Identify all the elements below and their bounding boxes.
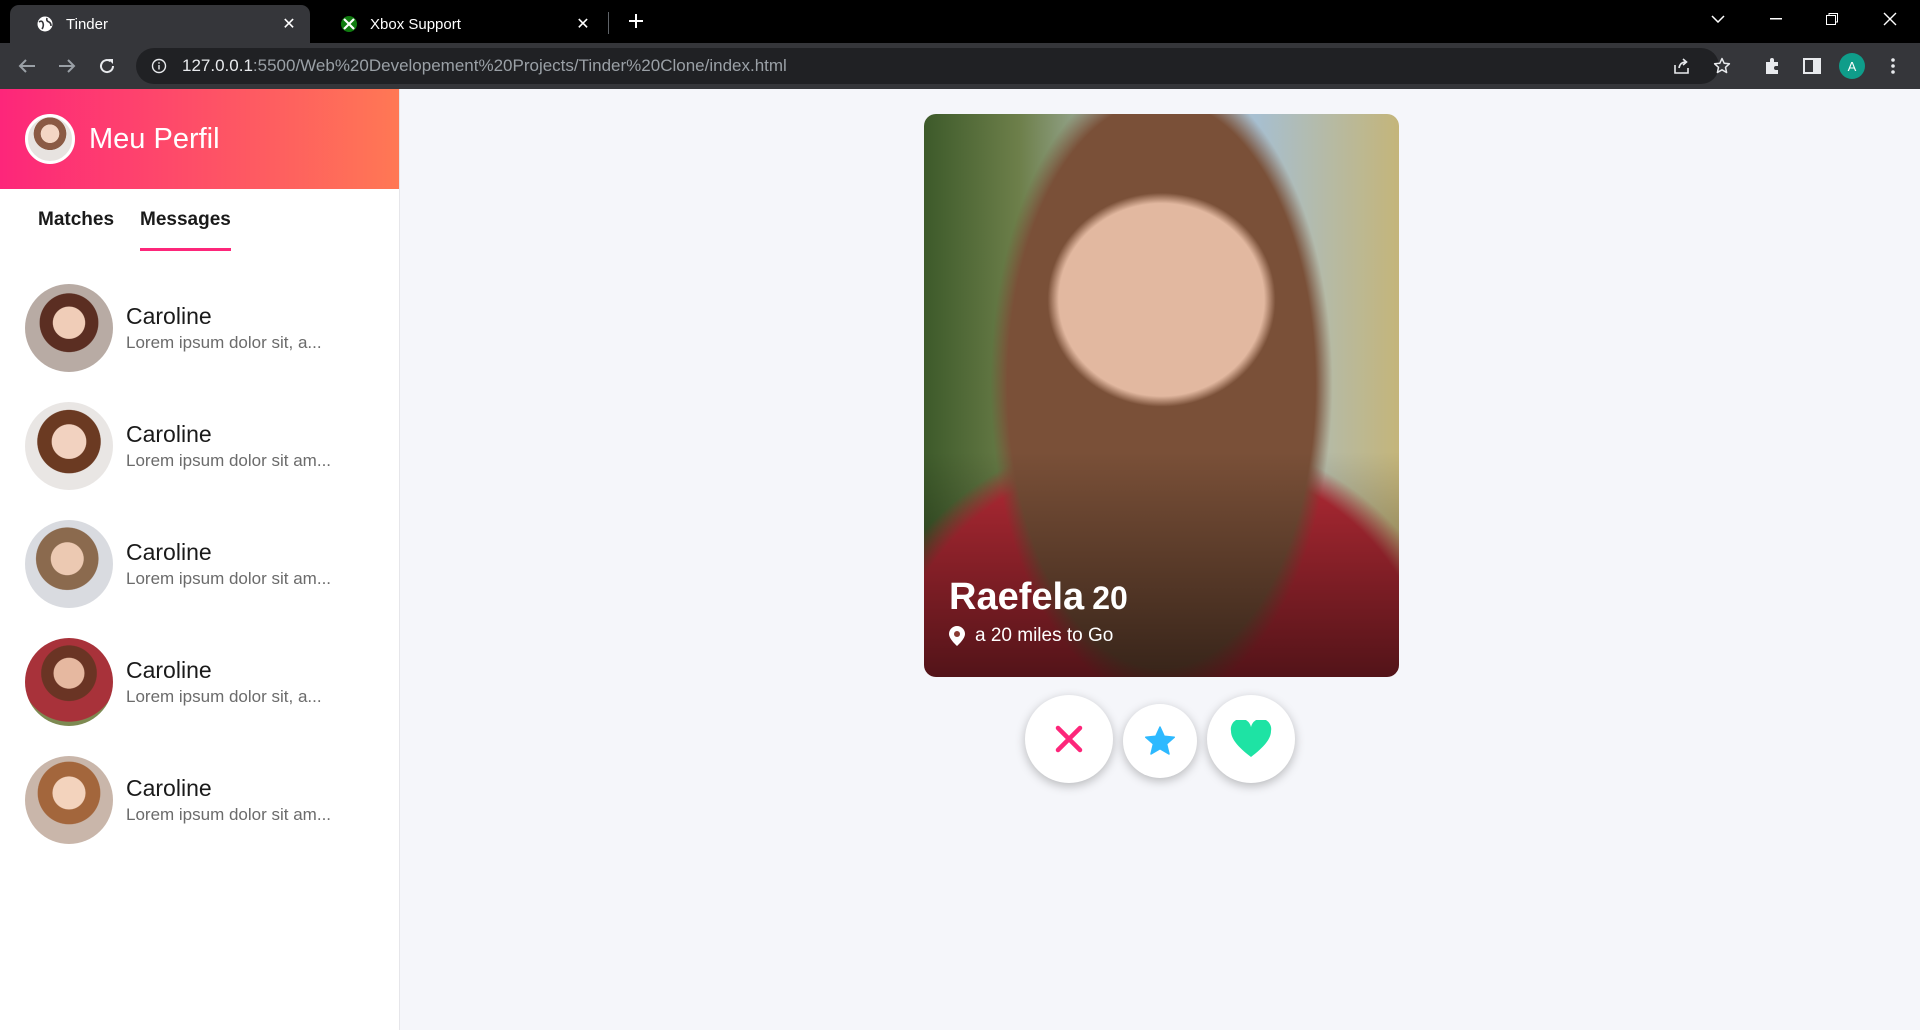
close-tab-icon[interactable]: ✕ bbox=[574, 15, 592, 33]
card-age: 20 bbox=[1092, 580, 1128, 616]
contact-avatar bbox=[25, 402, 113, 490]
back-button[interactable] bbox=[13, 52, 41, 80]
tab-divider bbox=[608, 12, 609, 34]
tab-xbox-support[interactable]: Xbox Support ✕ bbox=[314, 5, 604, 43]
message-item[interactable]: Caroline Lorem ipsum dolor sit, a... bbox=[0, 623, 399, 741]
contact-name: Caroline bbox=[126, 539, 212, 565]
super-like-button[interactable] bbox=[1123, 704, 1197, 778]
tab-search-icon[interactable] bbox=[1690, 0, 1746, 38]
profile-title: Meu Perfil bbox=[89, 122, 220, 155]
restore-button[interactable] bbox=[1804, 0, 1860, 38]
my-profile-avatar[interactable] bbox=[25, 114, 75, 164]
forward-button[interactable] bbox=[53, 52, 81, 80]
card-name: Raefela bbox=[949, 576, 1085, 618]
site-info-icon[interactable] bbox=[150, 57, 168, 75]
close-window-button[interactable] bbox=[1862, 0, 1918, 38]
tab-matches[interactable]: Matches bbox=[38, 209, 114, 251]
browser-tab-bar: Tinder ✕ Xbox Support ✕ bbox=[0, 0, 1920, 43]
browser-toolbar: 127.0.0.1:5500/Web%20Developement%20Proj… bbox=[0, 43, 1920, 89]
bookmark-star-icon[interactable] bbox=[1708, 52, 1736, 80]
xbox-icon bbox=[340, 15, 358, 33]
profile-card[interactable]: Raefela 20 a 20 miles to Go bbox=[924, 114, 1399, 677]
tab-title: Xbox Support bbox=[370, 15, 461, 33]
tab-messages[interactable]: Messages bbox=[140, 209, 231, 251]
share-icon[interactable] bbox=[1668, 52, 1696, 80]
tab-tinder[interactable]: Tinder ✕ bbox=[10, 5, 310, 43]
card-info: Raefela 20 a 20 miles to Go bbox=[949, 576, 1128, 647]
profile-avatar[interactable]: A bbox=[1839, 53, 1865, 79]
message-preview: Lorem ipsum dolor sit am... bbox=[126, 451, 332, 470]
minimize-button[interactable] bbox=[1748, 0, 1804, 38]
tab-title: Tinder bbox=[66, 15, 108, 33]
location-pin-icon bbox=[949, 626, 965, 646]
url-text: 127.0.0.1:5500/Web%20Developement%20Proj… bbox=[182, 56, 787, 75]
message-list: Caroline Lorem ipsum dolor sit, a... Car… bbox=[0, 251, 399, 859]
message-preview: Lorem ipsum dolor sit am... bbox=[126, 569, 332, 588]
extensions-icon[interactable] bbox=[1758, 52, 1786, 80]
main-area: Raefela 20 a 20 miles to Go bbox=[401, 89, 1920, 1030]
sidebar: Meu Perfil Matches Messages Caroline Lor… bbox=[0, 89, 400, 1030]
globe-icon bbox=[36, 15, 54, 33]
card-location: a 20 miles to Go bbox=[949, 625, 1128, 647]
message-item[interactable]: Caroline Lorem ipsum dolor sit am... bbox=[0, 741, 399, 859]
new-tab-button[interactable] bbox=[624, 9, 648, 33]
sidebar-tabs: Matches Messages bbox=[0, 189, 399, 251]
close-tab-icon[interactable]: ✕ bbox=[280, 15, 298, 33]
contact-name: Caroline bbox=[126, 303, 212, 329]
profile-header[interactable]: Meu Perfil bbox=[0, 89, 399, 189]
like-button[interactable] bbox=[1207, 695, 1295, 783]
heart-icon bbox=[1230, 720, 1272, 757]
message-preview: Lorem ipsum dolor sit am... bbox=[126, 805, 332, 824]
menu-kebab-icon[interactable] bbox=[1879, 52, 1907, 80]
message-item[interactable]: Caroline Lorem ipsum dolor sit, a... bbox=[0, 269, 399, 387]
address-bar[interactable]: 127.0.0.1:5500/Web%20Developement%20Proj… bbox=[136, 48, 1719, 84]
side-panel-icon[interactable] bbox=[1798, 52, 1826, 80]
location-text: a 20 miles to Go bbox=[975, 625, 1114, 646]
contact-name: Caroline bbox=[126, 657, 212, 683]
contact-name: Caroline bbox=[126, 421, 212, 447]
contact-avatar bbox=[25, 756, 113, 844]
contact-name: Caroline bbox=[126, 775, 212, 801]
message-item[interactable]: Caroline Lorem ipsum dolor sit am... bbox=[0, 387, 399, 505]
message-preview: Lorem ipsum dolor sit, a... bbox=[126, 687, 322, 706]
close-icon bbox=[1055, 725, 1083, 753]
message-preview: Lorem ipsum dolor sit, a... bbox=[126, 333, 322, 352]
star-icon bbox=[1144, 726, 1176, 755]
contact-avatar bbox=[25, 284, 113, 372]
nope-button[interactable] bbox=[1025, 695, 1113, 783]
message-item[interactable]: Caroline Lorem ipsum dolor sit am... bbox=[0, 505, 399, 623]
reload-button[interactable] bbox=[93, 52, 121, 80]
contact-avatar bbox=[25, 520, 113, 608]
contact-avatar bbox=[25, 638, 113, 726]
